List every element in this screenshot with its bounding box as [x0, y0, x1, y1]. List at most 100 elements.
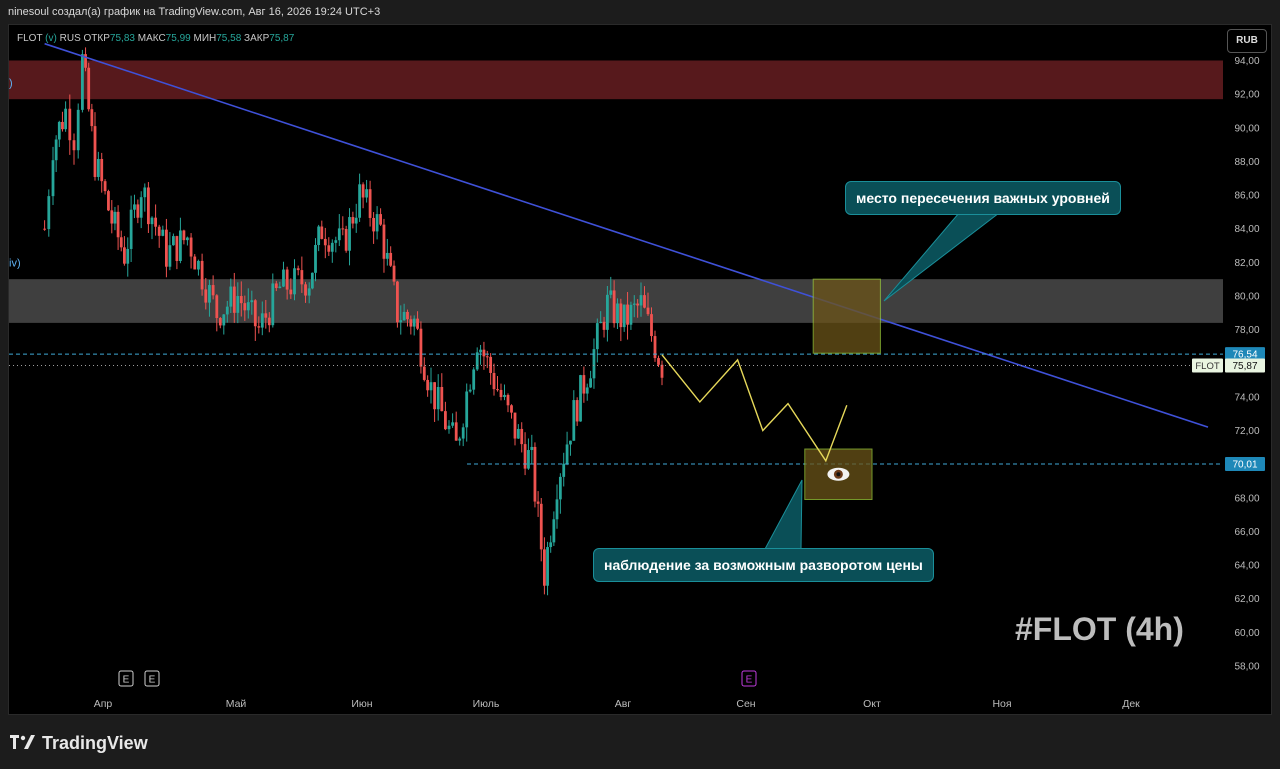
candle-body	[499, 389, 503, 398]
candle-body	[354, 217, 358, 224]
candle-body	[304, 284, 307, 296]
candle-body	[157, 226, 161, 236]
candle-body	[110, 210, 114, 224]
candle-body	[186, 237, 189, 241]
candle-body	[264, 313, 268, 318]
price-axis-tick: 64,00	[1234, 561, 1259, 572]
candle-body	[513, 412, 517, 439]
candle-body	[402, 311, 406, 321]
candle-body	[285, 269, 289, 290]
candle-body	[622, 304, 626, 328]
candle-body	[307, 288, 311, 296]
candle-body	[168, 245, 172, 267]
candle-body	[222, 314, 226, 326]
candle-body	[47, 196, 51, 230]
zone-resistance	[9, 60, 1223, 100]
candle-body	[599, 321, 603, 324]
candle-body	[416, 318, 419, 329]
candle-body	[454, 422, 458, 441]
candle-body	[555, 499, 559, 520]
candle-body	[150, 217, 154, 225]
edge-label: iv)	[9, 257, 21, 269]
price-tag-label: 70,01	[1232, 460, 1257, 471]
candle-body	[582, 375, 586, 394]
candle-body	[204, 289, 208, 303]
candle-body	[503, 394, 506, 398]
candle-body	[523, 444, 527, 469]
candle-body	[136, 204, 140, 218]
candle-body	[175, 236, 179, 261]
candle-body	[330, 242, 334, 252]
legend-symbol: FLOT	[17, 33, 43, 44]
price-axis-tick: 80,00	[1234, 291, 1259, 302]
tradingview-logo-icon	[10, 733, 36, 754]
candle-body	[348, 217, 351, 251]
candle-body	[436, 387, 440, 410]
time-axis-label: Апр	[94, 698, 113, 710]
price-axis-tick: 72,00	[1234, 426, 1259, 437]
intersection-box	[812, 278, 881, 354]
price-axis-tick: 94,00	[1234, 56, 1259, 67]
candle-body	[133, 204, 136, 210]
candle-body	[650, 314, 653, 337]
intersection-callout: место пересечения важных уровней	[845, 181, 1121, 215]
candle-body	[189, 237, 193, 257]
candle-body	[215, 295, 219, 319]
candle-body	[592, 349, 596, 379]
event-badge-label: E	[149, 675, 156, 686]
candle-body	[246, 302, 250, 311]
candle-body	[361, 184, 365, 198]
candle-body	[100, 158, 104, 182]
candle-body	[300, 270, 304, 285]
price-axis-tick: 74,00	[1234, 392, 1259, 403]
candle-body	[632, 303, 636, 305]
time-axis-label: Авг	[615, 698, 632, 710]
candle-body	[126, 248, 130, 264]
candle-body	[96, 158, 100, 177]
candle-body	[510, 405, 513, 413]
tradingview-brand[interactable]: TradingView	[10, 733, 148, 754]
legend-exchange: RUS	[59, 33, 81, 44]
price-axis-tick: 86,00	[1234, 191, 1259, 202]
candle-body	[419, 328, 423, 367]
candle-body	[314, 244, 317, 273]
candle-body	[253, 300, 257, 327]
candle-body	[372, 217, 375, 232]
event-badge-label: E	[123, 675, 130, 686]
candle-body	[90, 109, 94, 127]
time-axis-label: Июль	[473, 698, 500, 710]
candle-body	[465, 391, 469, 428]
legend-close-label: ЗАКР	[244, 33, 270, 44]
chart-frame[interactable]: 58,0060,0062,0064,0066,0068,0070,0072,00…	[8, 24, 1272, 715]
candle-body	[629, 304, 633, 325]
candle-body	[472, 369, 476, 390]
candle-body	[429, 382, 433, 391]
candle-body	[123, 247, 126, 264]
candle-body	[572, 400, 576, 441]
candle-body	[193, 256, 197, 270]
candle-body	[165, 229, 168, 267]
candle-body	[575, 400, 579, 422]
price-axis-tick: 66,00	[1234, 527, 1259, 538]
candle-body	[54, 139, 58, 161]
price-axis-tick: 88,00	[1234, 157, 1259, 168]
projection-path	[661, 354, 848, 463]
candle-body	[602, 321, 606, 330]
currency-button[interactable]: RUB	[1227, 29, 1267, 53]
price-axis-tick: 58,00	[1234, 662, 1259, 673]
candle-body	[154, 217, 157, 227]
candle-body	[636, 303, 640, 306]
candle-body	[657, 358, 660, 365]
candle-body	[72, 140, 76, 151]
candle-body	[609, 290, 613, 295]
candle-body	[341, 228, 345, 230]
time-axis-label: Сен	[736, 698, 755, 710]
candle-body	[208, 285, 211, 303]
candle-body	[409, 319, 413, 327]
candle-body	[461, 427, 465, 439]
candle-body	[506, 394, 510, 406]
candle-body	[232, 286, 236, 313]
ticker-watermark: #FLOT (4h)	[1015, 611, 1184, 647]
candle-body	[218, 318, 222, 326]
candle-body	[653, 336, 657, 359]
